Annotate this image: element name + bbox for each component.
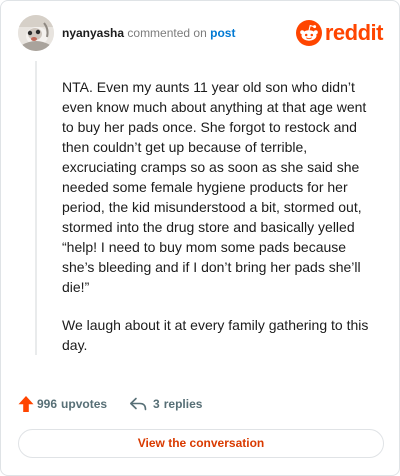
upvote-arrow-icon — [18, 395, 34, 413]
view-conversation-button[interactable]: View the conversation — [18, 429, 384, 458]
comment-header: nyanyasha commented on post reddit — [18, 15, 384, 51]
comment-byline: nyanyasha commented on post — [62, 25, 235, 41]
post-link[interactable]: post — [210, 26, 235, 40]
action-text: commented on — [127, 26, 207, 40]
comment-paragraph: NTA. Even my aunts 11 year old son who d… — [62, 79, 367, 295]
reddit-wordmark: reddit — [324, 20, 384, 45]
reddit-brand[interactable]: reddit — [295, 19, 384, 47]
comment-body: NTA. Even my aunts 11 year old son who d… — [62, 77, 380, 373]
comment-paragraph: We laugh about it at every family gather… — [62, 317, 369, 353]
reddit-snoo-icon — [295, 20, 322, 46]
comment-footer: 996 upvotes 3 replies — [18, 394, 202, 414]
embedded-comment-card: nyanyasha commented on post reddit NTA. … — [0, 0, 400, 476]
upvotes-label: upvotes — [61, 397, 108, 411]
replies-count: 3 — [153, 397, 160, 411]
upvotes-stat[interactable]: 996 upvotes — [18, 395, 107, 413]
replies-stat[interactable]: 3 replies — [129, 397, 202, 411]
author-username[interactable]: nyanyasha — [62, 26, 124, 40]
thread-line — [35, 61, 37, 355]
upvotes-count: 996 — [37, 397, 58, 411]
replies-label: replies — [163, 397, 203, 411]
reply-arrow-icon — [129, 397, 147, 411]
avatar-image — [18, 15, 54, 51]
user-avatar[interactable] — [18, 15, 54, 51]
